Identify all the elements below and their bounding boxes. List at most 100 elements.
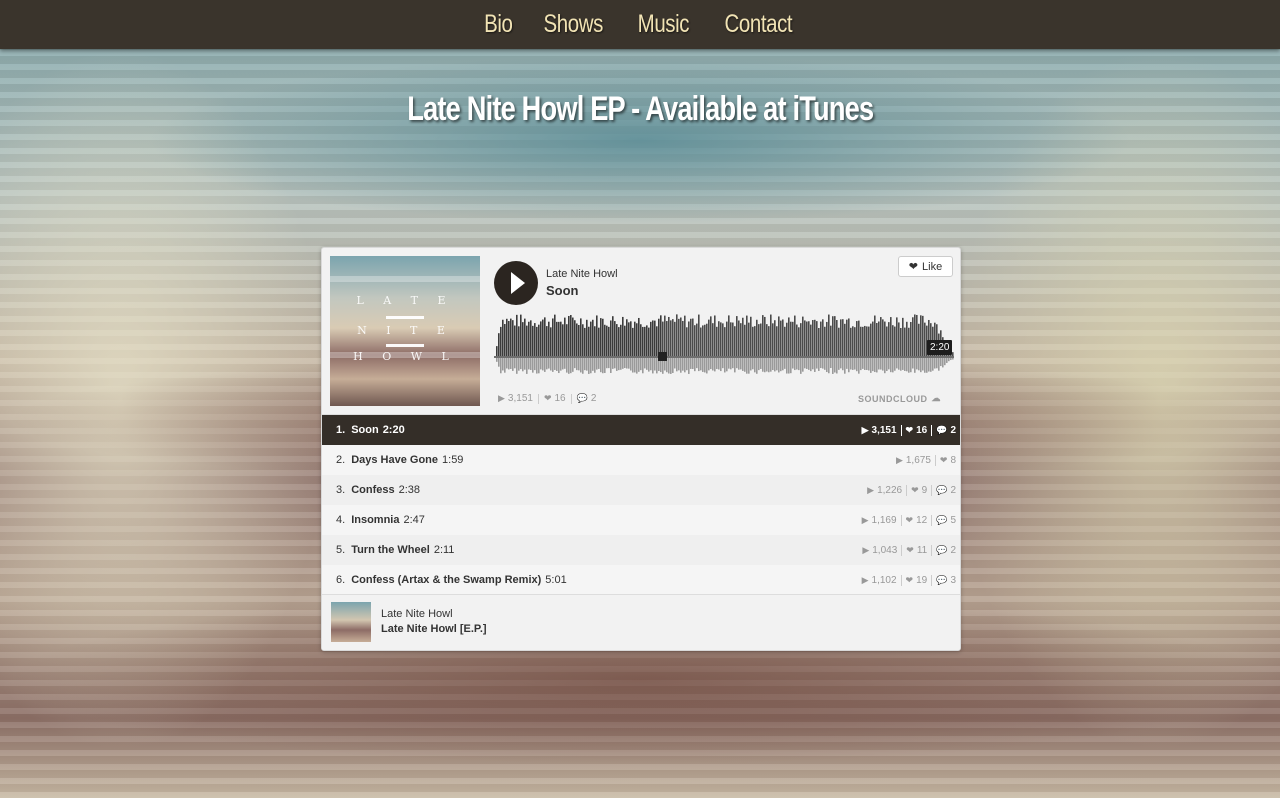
waveform-bar: [732, 322, 734, 356]
waveform-bar: [694, 325, 696, 356]
album-thumbnail[interactable]: [331, 602, 371, 642]
waveform-bar: [570, 315, 572, 356]
footer-album-title[interactable]: Late Nite Howl [E.P.]: [381, 623, 487, 635]
comment-icon: 💬: [936, 514, 948, 525]
waveform-reflection: [566, 358, 568, 373]
tracklist: 1. Soon 2:20 ▶ 3,151 ❤ 16 💬 2 2. Days Have Gone 1…: [322, 414, 960, 595]
waveform-bar: [738, 320, 740, 356]
waveform-bar: [624, 325, 626, 356]
waveform-bar: [748, 322, 750, 356]
waveform-reflection: [546, 358, 548, 370]
waveform-bar: [660, 315, 662, 356]
track-duration: 2:20: [382, 424, 405, 436]
waveform-reflection: [530, 358, 532, 370]
artist-name[interactable]: Late Nite Howl: [546, 268, 618, 280]
waveform-bar: [546, 326, 548, 356]
waveform-reflection: [496, 358, 498, 362]
waveform-bar: [786, 322, 788, 356]
waveform-reflection: [750, 358, 752, 371]
waveform-bar: [656, 326, 658, 356]
waveform-reflection: [634, 358, 636, 373]
waveform-bar: [826, 321, 828, 356]
waveform-reflection: [770, 358, 772, 372]
waveform-bar: [882, 319, 884, 356]
album-cover[interactable]: L A T E N I T E H O W L: [330, 256, 480, 406]
cover-text-howl: H O W L: [353, 350, 457, 363]
divider: [570, 393, 572, 404]
waveform-reflection: [874, 358, 876, 373]
waveform-bar: [878, 321, 880, 356]
track-row[interactable]: 1. Soon 2:20 ▶ 3,151 ❤ 16 💬 2: [322, 415, 960, 445]
nav-music[interactable]: Music: [638, 10, 690, 39]
waveform-bar: [870, 323, 872, 356]
waveform-reflection: [818, 358, 820, 371]
waveform-reflection: [674, 358, 676, 369]
waveform-bar: [890, 317, 892, 356]
waveform-reflection: [622, 358, 624, 369]
footer-artist[interactable]: Late Nite Howl: [381, 608, 453, 620]
waveform[interactable]: [494, 310, 954, 376]
waveform-reflection: [730, 358, 732, 370]
nav-shows[interactable]: Shows: [544, 10, 604, 39]
track-stats: ▶ 3,151 ❤ 16 💬 2: [498, 393, 596, 404]
waveform-reflection: [848, 358, 850, 373]
waveform-reflection: [810, 358, 812, 372]
waveform-reflection: [582, 358, 584, 374]
waveform-reflection: [842, 358, 844, 371]
cover-bar: [386, 344, 424, 347]
like-button[interactable]: ❤ Like: [898, 256, 953, 277]
waveform-reflection: [946, 358, 948, 363]
heart-icon: ❤: [905, 514, 914, 525]
play-count: 1,226: [877, 484, 903, 496]
waveform-bar: [688, 321, 690, 356]
track-row[interactable]: 5. Turn the Wheel 2:11 ▶ 1,043 ❤ 11 💬 2: [322, 535, 960, 565]
waveform-reflection: [896, 358, 898, 369]
waveform-reflection: [506, 358, 508, 369]
waveform-bar: [650, 321, 652, 356]
current-track-title[interactable]: Soon: [546, 283, 579, 298]
track-number: 3.: [336, 484, 346, 496]
duration-badge: 2:20: [927, 340, 953, 355]
waveform-bar: [566, 324, 568, 356]
waveform-reflection: [846, 358, 848, 369]
play-button[interactable]: [494, 261, 538, 305]
waveform-bar: [580, 318, 582, 356]
waveform-reflection: [512, 358, 514, 371]
waveform-bar: [894, 326, 896, 356]
waveform-bar: [746, 315, 748, 356]
waveform-reflection: [610, 358, 612, 373]
waveform-reflection: [876, 358, 878, 373]
waveform-reflection: [732, 358, 734, 369]
track-row[interactable]: 2. Days Have Gone 1:59 ▶ 1,675 ❤ 8: [322, 445, 960, 475]
waveform-bar: [670, 320, 672, 356]
waveform-reflection: [528, 358, 530, 370]
cover-text-late: L A T E: [356, 294, 454, 307]
waveform-reflection: [636, 358, 638, 374]
waveform-reflection: [804, 358, 806, 369]
waveform-bar: [886, 326, 888, 356]
playhead[interactable]: [658, 352, 667, 361]
waveform-bar: [538, 324, 540, 356]
waveform-reflection: [722, 358, 724, 369]
waveform-bar: [626, 319, 628, 356]
waveform-bar: [554, 314, 556, 356]
track-row[interactable]: 3. Confess 2:38 ▶ 1,226 ❤ 9 💬 2: [322, 475, 960, 505]
waveform-bar: [682, 320, 684, 356]
waveform-reflection: [786, 358, 788, 374]
waveform-reflection: [836, 358, 838, 374]
waveform-reflection: [888, 358, 890, 370]
waveform-bar: [608, 326, 610, 356]
waveform-reflection: [638, 358, 640, 372]
waveform-bar: [778, 316, 780, 356]
play-count: 3,151: [507, 393, 533, 404]
waveform-reflection: [714, 358, 716, 372]
soundcloud-logo[interactable]: SOUNDCLOUD ☁: [858, 393, 941, 404]
track-row[interactable]: 6. Confess (Artax & the Swamp Remix) 5:01 …: [322, 565, 960, 595]
nav-bio[interactable]: Bio: [484, 10, 513, 39]
track-row[interactable]: 4. Insomnia 2:47 ▶ 1,169 ❤ 12 💬 5: [322, 505, 960, 535]
like-count: 11: [916, 544, 928, 556]
waveform-bar: [574, 320, 576, 356]
waveform-bar: [776, 326, 778, 356]
waveform-reflection: [864, 358, 866, 370]
nav-contact[interactable]: Contact: [724, 10, 792, 39]
